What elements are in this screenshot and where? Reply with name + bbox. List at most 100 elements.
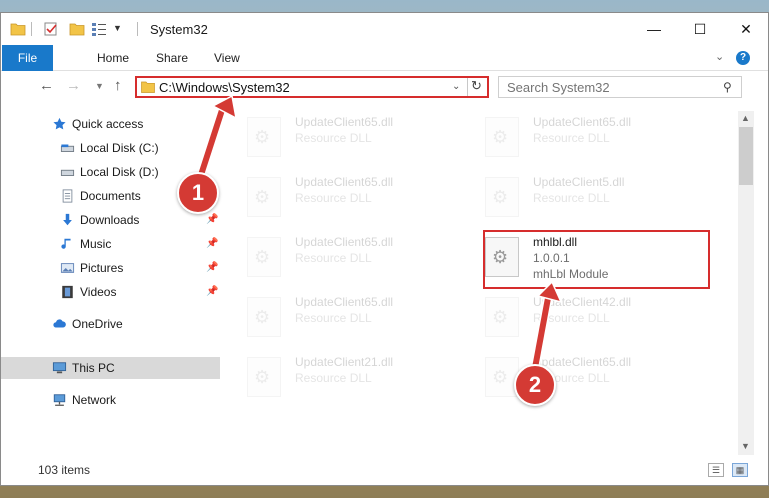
- navigation-pane: Quick access Local Disk (C:) Local Disk …: [1, 111, 223, 451]
- file-name: UpdateClient65.dll: [533, 355, 632, 369]
- sidebar-item-downloads[interactable]: Downloads 📌: [1, 209, 220, 231]
- file-tile[interactable]: ⚙ UpdateClient21.dll Resource DLL: [229, 351, 449, 401]
- dll-file-icon: ⚙: [485, 117, 519, 157]
- file-tile[interactable]: ⚙ UpdateClient65.dll Resource DLL: [467, 111, 687, 161]
- expand-ribbon-chevron-icon[interactable]: ⌄: [715, 50, 724, 63]
- ribbon-tabs: File Home Share View ⌄ ?: [1, 45, 768, 71]
- dll-file-icon: ⚙: [247, 117, 281, 157]
- documents-icon: [62, 189, 73, 203]
- pin-icon[interactable]: 📌: [206, 281, 218, 303]
- gear-icon: ⚙: [492, 367, 509, 387]
- sidebar-item-label: Network: [72, 393, 117, 407]
- folder-icon[interactable]: [10, 21, 26, 37]
- address-separator: [467, 78, 468, 96]
- toolbar-separator: [31, 22, 32, 36]
- sidebar-item-videos[interactable]: Videos 📌: [1, 281, 220, 303]
- dll-file-icon: ⚙: [247, 237, 281, 277]
- forward-arrow-icon[interactable]: →: [66, 77, 81, 94]
- sidebar-item-onedrive[interactable]: OneDrive: [1, 313, 220, 335]
- file-tile[interactable]: ⚙ UpdateClient65.dll Resource DLL: [229, 111, 449, 161]
- file-type: Resource DLL: [295, 311, 372, 325]
- file-tile[interactable]: ⚙ UpdateClient5.dll Resource DLL: [467, 171, 687, 221]
- sidebar-item-label: Pictures: [80, 261, 124, 275]
- download-arrow-icon: [63, 213, 72, 226]
- close-button[interactable]: ✕: [723, 13, 769, 45]
- scroll-up-arrow-icon[interactable]: ▲: [741, 113, 750, 123]
- vertical-scrollbar[interactable]: ▲ ▼: [738, 111, 754, 455]
- gear-icon: ⚙: [492, 187, 509, 207]
- pictures-icon: [60, 263, 75, 273]
- address-path[interactable]: C:\Windows\System32: [159, 80, 290, 95]
- network-icon: [53, 394, 66, 406]
- recent-locations-chevron-icon[interactable]: ▼: [95, 81, 104, 91]
- folder-icon: [141, 81, 155, 93]
- status-bar: 103 items ☰ ▦: [1, 459, 768, 481]
- item-count: 103 items: [38, 463, 91, 477]
- gear-icon: ⚙: [254, 127, 271, 147]
- tab-share[interactable]: Share: [156, 45, 188, 71]
- file-name: UpdateClient65.dll: [295, 175, 394, 189]
- pin-icon[interactable]: 📌: [206, 233, 218, 255]
- window-title: System32: [150, 22, 208, 37]
- tab-file[interactable]: File: [2, 45, 53, 71]
- file-tile[interactable]: ⚙ UpdateClient65.dll Resource DLL: [229, 171, 449, 221]
- pin-icon[interactable]: 📌: [206, 209, 218, 231]
- search-box[interactable]: ⚲: [498, 76, 742, 98]
- highlight-box-file: [483, 230, 710, 289]
- customize-toolbar-chevron-icon[interactable]: ▼: [113, 23, 129, 39]
- sidebar-item-local-disk-c[interactable]: Local Disk (C:): [1, 137, 220, 159]
- file-name: UpdateClient65.dll: [533, 115, 632, 129]
- search-icon[interactable]: ⚲: [723, 80, 732, 94]
- gear-icon: ⚙: [254, 187, 271, 207]
- sidebar-item-label: This PC: [72, 361, 115, 375]
- gear-icon: ⚙: [254, 367, 271, 387]
- back-arrow-icon[interactable]: ←: [39, 77, 54, 94]
- list-properties-icon[interactable]: [91, 21, 107, 37]
- drive-icon: [60, 144, 75, 152]
- sidebar-item-pictures[interactable]: Pictures 📌: [1, 257, 220, 279]
- tab-view[interactable]: View: [214, 45, 240, 71]
- sidebar-item-label: Local Disk (D:): [80, 165, 159, 179]
- properties-check-icon[interactable]: [43, 21, 59, 37]
- drive-icon: [60, 169, 75, 176]
- help-icon[interactable]: ?: [736, 51, 750, 65]
- sidebar-item-music[interactable]: Music 📌: [1, 233, 220, 255]
- file-type: Resource DLL: [533, 131, 610, 145]
- file-name: UpdateClient65.dll: [295, 235, 394, 249]
- address-dropdown-chevron-icon[interactable]: ⌄: [452, 81, 460, 92]
- gear-icon: ⚙: [492, 127, 509, 147]
- file-name: UpdateClient5.dll: [533, 175, 625, 189]
- star-icon: [53, 117, 66, 130]
- file-tile[interactable]: ⚙ UpdateClient65.dll Resource DLL: [229, 291, 449, 341]
- sidebar-item-label: Downloads: [80, 213, 140, 227]
- file-type: Resource DLL: [533, 191, 610, 205]
- tiles-view-icon[interactable]: ▦: [732, 463, 748, 477]
- pin-icon[interactable]: 📌: [206, 257, 218, 279]
- new-folder-icon[interactable]: [69, 21, 85, 37]
- maximize-button[interactable]: ☐: [677, 13, 723, 45]
- sidebar-item-label: Local Disk (C:): [80, 141, 159, 155]
- file-type: Resource DLL: [295, 131, 372, 145]
- file-name: UpdateClient65.dll: [295, 115, 394, 129]
- sidebar-item-network[interactable]: Network: [1, 389, 220, 411]
- sidebar-item-label: Videos: [80, 285, 117, 299]
- sidebar-item-quick-access[interactable]: Quick access: [1, 113, 220, 135]
- file-name: UpdateClient42.dll: [533, 295, 632, 309]
- tab-home[interactable]: Home: [97, 45, 129, 71]
- search-input[interactable]: [507, 79, 707, 95]
- file-tile[interactable]: ⚙ UpdateClient65.dll Resource DLL: [229, 231, 449, 281]
- details-view-icon[interactable]: ☰: [708, 463, 724, 477]
- refresh-icon[interactable]: ↻: [471, 78, 482, 94]
- dll-file-icon: ⚙: [485, 297, 519, 337]
- file-tile[interactable]: ⚙ UpdateClient65.dll Resource DLL: [467, 351, 687, 401]
- minimize-button[interactable]: —: [631, 13, 677, 45]
- address-bar[interactable]: C:\Windows\System32 ⌄ ↻: [135, 76, 489, 98]
- scroll-down-arrow-icon[interactable]: ▼: [741, 441, 750, 451]
- scrollbar-thumb[interactable]: [739, 127, 753, 185]
- file-type: Resource DLL: [533, 311, 610, 325]
- sidebar-item-this-pc[interactable]: This PC: [1, 357, 220, 379]
- up-arrow-icon[interactable]: ↑: [114, 77, 122, 94]
- file-type: Resource DLL: [295, 191, 372, 205]
- step-1-badge: 1: [177, 172, 219, 214]
- file-tile[interactable]: ⚙ UpdateClient42.dll Resource DLL: [467, 291, 687, 341]
